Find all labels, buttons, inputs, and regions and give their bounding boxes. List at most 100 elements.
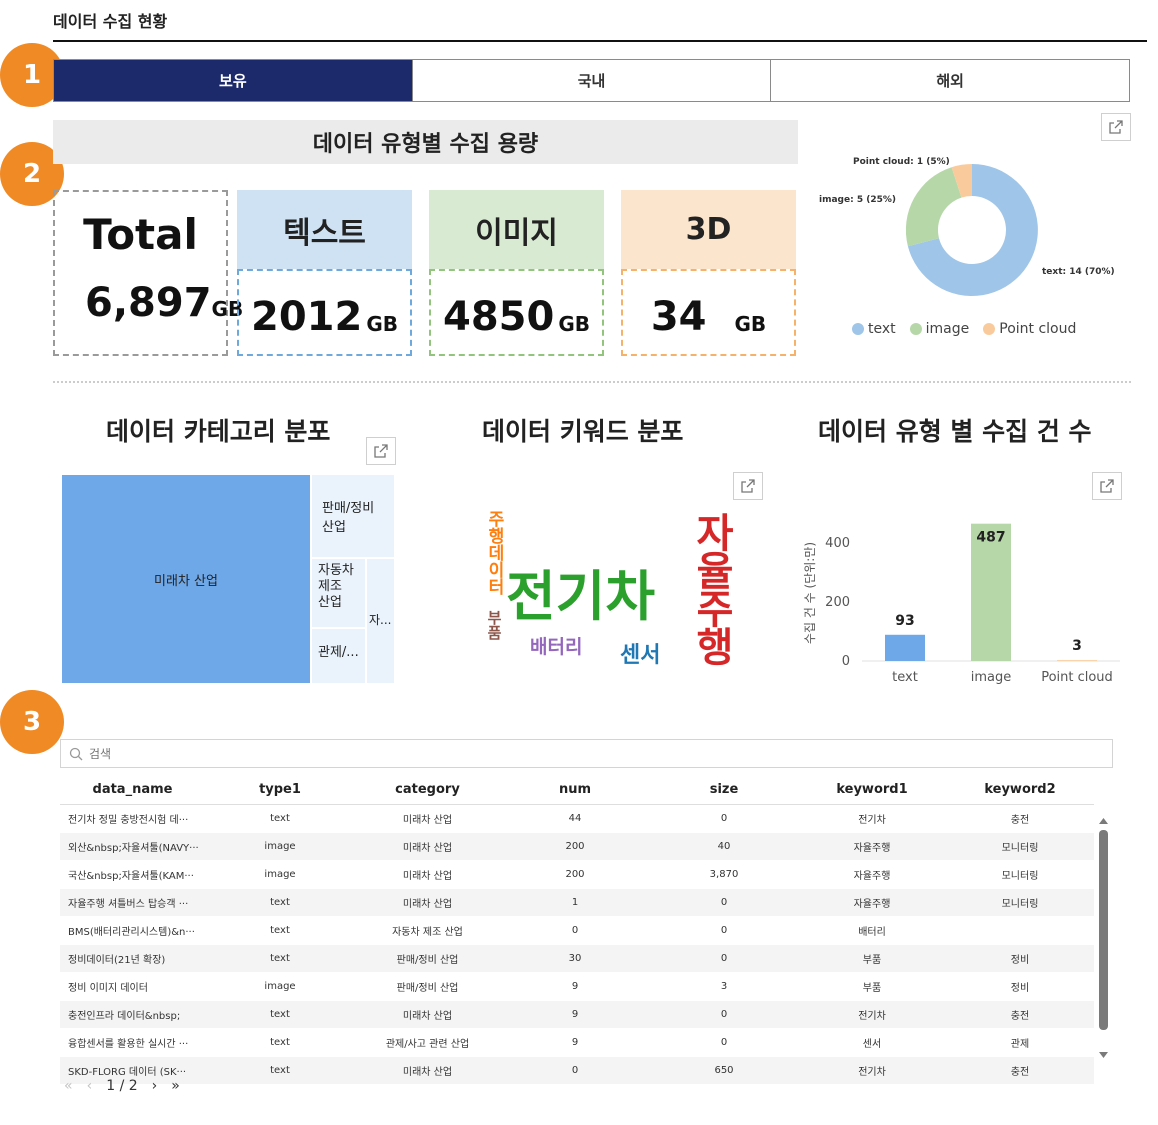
table-row[interactable]: 전기차 정밀 충방전시험 데··· text 미래차 산업 44 0 전기차 충전: [60, 804, 1094, 833]
table-cell: 충전: [946, 804, 1094, 833]
column-header[interactable]: keyword2: [946, 776, 1094, 805]
expand-count-button[interactable]: [1092, 472, 1122, 500]
table-cell: 0: [650, 1000, 798, 1029]
expand-category-button[interactable]: [366, 437, 396, 465]
column-header[interactable]: size: [650, 776, 798, 805]
keyword-word[interactable]: 자율주행: [682, 512, 740, 664]
table-cell: 센서: [798, 1028, 946, 1057]
y-tick-label: 0: [842, 654, 850, 669]
treemap-label: 자동차 제조 산업: [318, 563, 354, 610]
table-row[interactable]: SKD-FLORG 데이터 (SK··· text 미래차 산업 0 650 전기차 충전: [60, 1056, 1094, 1085]
tab-overseas[interactable]: 해외: [771, 60, 1130, 101]
keyword-word[interactable]: 주행데이터: [482, 510, 507, 595]
total-pages: 2: [128, 1078, 138, 1094]
legend-label: text: [868, 321, 896, 337]
legend-item-pointcloud[interactable]: Point cloud: [983, 321, 1076, 337]
table-row[interactable]: 자율주행 셔틀버스 탑승객 ··· text 미래차 산업 1 0 자율주행 모니터링: [60, 888, 1094, 917]
table-row[interactable]: 융합센서를 활용한 실시간 ··· text 관제/사고 관련 산업 9 0 센서 관제: [60, 1028, 1094, 1057]
scroll-down-icon[interactable]: [1099, 1052, 1108, 1058]
first-page-icon[interactable]: «: [64, 1078, 73, 1094]
column-header[interactable]: keyword1: [798, 776, 946, 805]
keyword-word[interactable]: 부품: [484, 610, 505, 640]
total-label: Total: [83, 210, 198, 259]
tab-owned[interactable]: 보유: [54, 60, 413, 101]
y-tick-label: 400: [825, 536, 850, 551]
next-page-icon[interactable]: ›: [152, 1078, 158, 1094]
table-cell: 0: [650, 944, 798, 973]
last-page-icon[interactable]: »: [171, 1078, 180, 1094]
y-axis-label: 수집 건 수 (단위:만): [803, 542, 817, 644]
text-card: 텍스트 2012 GB: [237, 190, 412, 356]
category-title: 데이터 카테고리 분포: [106, 417, 331, 446]
external-link-icon: [741, 479, 755, 493]
legend-item-text[interactable]: text: [852, 321, 896, 337]
table-cell: 정비: [946, 944, 1094, 973]
external-link-icon: [1100, 479, 1114, 493]
donut-chart: [905, 163, 1038, 296]
current-page: 1: [106, 1078, 116, 1094]
image-card-value: 4850 GB: [429, 269, 604, 356]
expand-donut-button[interactable]: [1101, 113, 1131, 141]
table-row[interactable]: 충전인프라 데이터&nbsp; text 미래차 산업 9 0 전기차 충전: [60, 1000, 1094, 1029]
bar-point-cloud[interactable]: [1057, 660, 1097, 661]
total-card: Total 6,897GB: [53, 190, 243, 356]
table-cell: image: [205, 860, 355, 889]
section-divider: [53, 381, 1131, 383]
table-row[interactable]: 정비데이터(21년 확장) text 판매/정비 산업 30 0 부품 정비: [60, 944, 1094, 973]
table-row[interactable]: BMS(배터리관리시스템)&n··· text 자동차 제조 산업 0 0 배터리: [60, 916, 1094, 945]
capacity-banner: 데이터 유형별 수집 용량: [53, 120, 798, 164]
table-cell: 자율주행: [798, 832, 946, 861]
keyword-word[interactable]: 전기차: [506, 552, 655, 631]
total-value-number: 6,897: [85, 280, 212, 326]
table-cell: 융합센서를 활용한 실시간 ···: [60, 1028, 205, 1057]
column-header[interactable]: type1: [205, 776, 355, 805]
3d-card-value: 34 GB: [621, 269, 796, 356]
table-cell: 판매/정비 산업: [355, 972, 500, 1001]
table-row[interactable]: 외산&nbsp;자율셔툴(NAVY··· image 미래차 산업 200 40 자율주행…: [60, 832, 1094, 861]
treemap-block-future-car[interactable]: 미래차 산업: [61, 474, 311, 684]
bar-group: 93 text 487 image 3 Point cloud: [885, 523, 1113, 685]
table-cell: BMS(배터리관리시스템)&n···: [60, 916, 205, 945]
legend-item-image[interactable]: image: [909, 321, 969, 337]
table-cell: 200: [500, 832, 650, 861]
bar-value-label: 93: [895, 613, 914, 629]
column-header[interactable]: category: [355, 776, 500, 805]
donut-label-image: image: 5 (25%): [819, 195, 896, 205]
table-cell: 자율주행: [798, 860, 946, 889]
tab-domestic[interactable]: 국내: [412, 60, 772, 101]
table-cell: 충전: [946, 1056, 1094, 1085]
treemap-block-sales[interactable]: 판매/정비 산업: [311, 474, 395, 558]
table-cell: text: [205, 1028, 355, 1057]
table-cell: [946, 916, 1094, 945]
keyword-word[interactable]: 센서: [620, 637, 660, 669]
table-cell: text: [205, 944, 355, 973]
y-tick-label: 200: [825, 595, 850, 610]
keyword-word[interactable]: 배터리: [530, 632, 582, 659]
bar-value-label: 487: [976, 530, 1005, 546]
table-cell: 40: [650, 832, 798, 861]
step-badge-3: 3: [0, 690, 64, 754]
bar-text[interactable]: [885, 634, 925, 661]
table-cell: image: [205, 832, 355, 861]
table-cell: 200: [500, 860, 650, 889]
column-header[interactable]: data_name: [60, 776, 205, 805]
treemap-block-other[interactable]: 자...: [366, 558, 395, 684]
table-cell: 부품: [798, 944, 946, 973]
search-input[interactable]: [89, 746, 489, 761]
table-cell: 30: [500, 944, 650, 973]
treemap-label: 미래차 산업: [154, 573, 218, 589]
prev-page-icon[interactable]: ‹: [87, 1078, 93, 1094]
donut-label-text: text: 14 (70%): [1042, 267, 1115, 277]
expand-keyword-button[interactable]: [733, 472, 763, 500]
table-cell: image: [205, 972, 355, 1001]
legend-swatch: [909, 323, 922, 335]
column-header[interactable]: num: [500, 776, 650, 805]
table-row[interactable]: 국산&nbsp;자율셔툴(KAM··· image 미래차 산업 200 3,870 자율…: [60, 860, 1094, 889]
scrollbar-thumb[interactable]: [1099, 830, 1108, 1030]
treemap-block-manufacturing[interactable]: 자동차 제조 산업: [311, 558, 366, 628]
scroll-up-icon[interactable]: [1099, 818, 1108, 824]
table-cell: 충전인프라 데이터&nbsp;: [60, 1000, 205, 1029]
treemap-block-control[interactable]: 관제/...: [311, 628, 366, 684]
keyword-cloud: 전기차 자율주행 주행데이터 배터리 센서 부품: [470, 500, 740, 670]
table-row[interactable]: 정비 이미지 데이터 image 판매/정비 산업 9 3 부품 정비: [60, 972, 1094, 1001]
